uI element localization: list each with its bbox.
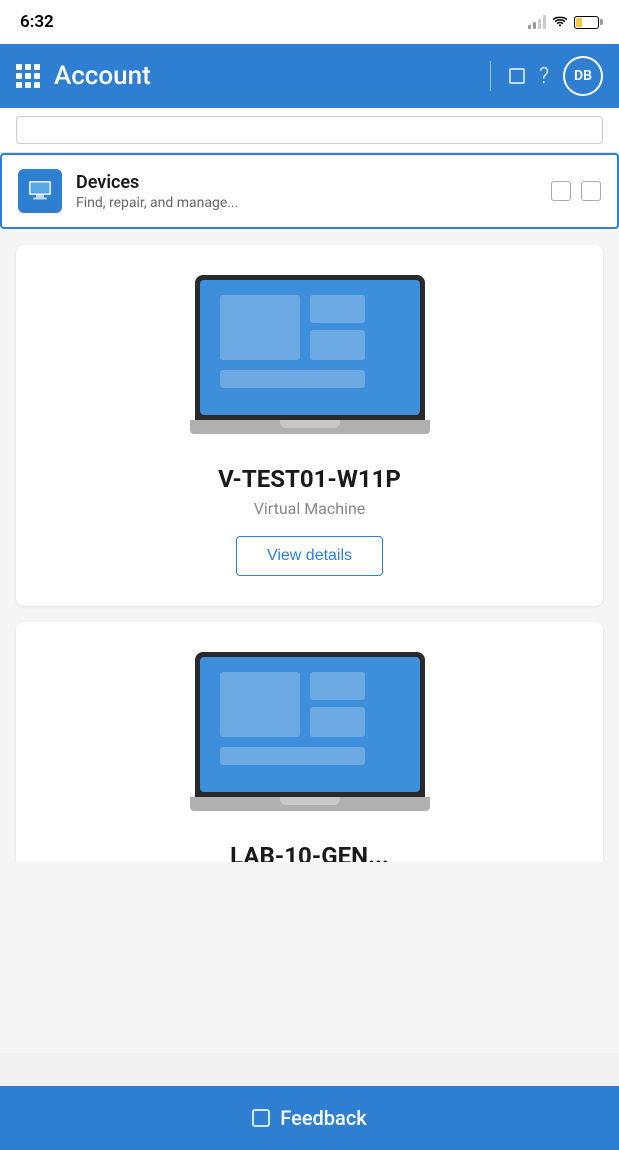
status-time: 6:32 — [20, 12, 54, 32]
header-divider — [490, 61, 491, 91]
screen-tile-1 — [220, 295, 300, 360]
laptop-screen-inner-2 — [200, 657, 420, 792]
screen-tile-5 — [220, 672, 300, 737]
help-button[interactable]: ? — [539, 64, 549, 89]
header-title: Account — [54, 61, 472, 91]
search-area — [0, 108, 619, 153]
screen-tile-6 — [310, 672, 365, 700]
screen-tile-2 — [310, 295, 365, 323]
grid-menu-icon[interactable] — [16, 64, 40, 88]
devices-title: Devices — [76, 172, 551, 193]
laptop-screen-2 — [195, 652, 425, 797]
devices-subtitle: Find, repair, and manage... — [76, 195, 551, 211]
checkbox-1[interactable] — [551, 181, 571, 201]
device-item-1: V-TEST01-W11P Virtual Machine View detai… — [16, 245, 603, 606]
devices-checkboxes — [551, 181, 601, 201]
screen-tile-8 — [220, 747, 365, 765]
search-bar[interactable] — [16, 116, 603, 144]
screen-tile-7 — [310, 707, 365, 737]
view-details-button-1[interactable]: View details — [236, 536, 383, 576]
wifi-icon — [552, 13, 568, 32]
device-name-2: LAB-10-GEN... — [230, 842, 389, 862]
laptop-screen-inner-1 — [200, 280, 420, 415]
laptop-base-2 — [190, 797, 430, 811]
feedback-bar[interactable]: Feedback — [0, 1086, 619, 1150]
devices-icon — [18, 169, 62, 213]
screen-tile-4 — [220, 370, 365, 388]
laptop-illustration-1 — [190, 275, 430, 445]
feedback-label: Feedback — [280, 1106, 366, 1130]
devices-text: Devices Find, repair, and manage... — [76, 172, 551, 211]
devices-card-header[interactable]: Devices Find, repair, and manage... — [0, 153, 619, 229]
user-avatar[interactable]: DB — [563, 56, 603, 96]
status-bar: 6:32 — [0, 0, 619, 44]
device-item-2-partial: LAB-10-GEN... Virtual Machi... — [0, 622, 619, 862]
laptop-hinge-1 — [280, 420, 340, 428]
laptop-base-1 — [190, 420, 430, 434]
screen-tile-3 — [310, 330, 365, 360]
battery-icon — [574, 16, 599, 29]
device-name-1: V-TEST01-W11P — [218, 465, 401, 493]
laptop-hinge-2 — [280, 797, 340, 805]
feedback-checkbox-icon — [252, 1109, 270, 1127]
status-icons — [528, 13, 599, 32]
content-area: Devices Find, repair, and manage... — [0, 153, 619, 1053]
checkbox-2[interactable] — [581, 181, 601, 201]
header-square-icon[interactable] — [509, 68, 525, 84]
laptop-illustration-2 — [190, 652, 430, 822]
device-item-2: LAB-10-GEN... Virtual Machi... — [16, 622, 603, 862]
app-header: Account ? DB — [0, 44, 619, 108]
device-type-1: Virtual Machine — [254, 499, 366, 518]
signal-icon — [528, 15, 546, 29]
laptop-screen-1 — [195, 275, 425, 420]
